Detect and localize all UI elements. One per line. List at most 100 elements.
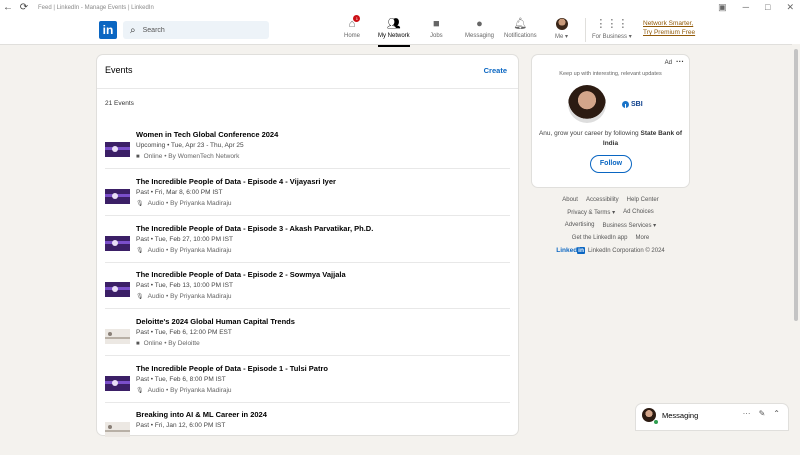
divider — [105, 355, 510, 356]
event-title[interactable]: Breaking into AI & ML Career in 2024 — [136, 410, 267, 419]
nav-home[interactable]: ⌂ 1 Home — [344, 15, 361, 43]
divider — [105, 215, 510, 216]
wordmark-text: Linked — [556, 247, 578, 254]
event-title[interactable]: The Incredible People of Data - Episode … — [136, 364, 328, 373]
footer-link[interactable]: Advertising — [565, 222, 595, 229]
footer-brand: Linkedin LinkedIn Corporation © 2024 — [532, 247, 689, 254]
event-item[interactable]: Women in Tech Global Conference 2024 Upc… — [105, 129, 510, 175]
nav-for-business[interactable]: ⋮⋮⋮ For Business ▾ — [592, 18, 632, 43]
event-item[interactable]: The Incredible People of Data - Episode … — [105, 223, 510, 269]
notification-badge: 1 — [353, 15, 361, 22]
wordmark-in: in — [577, 247, 585, 254]
close-icon[interactable]: ✕ — [786, 2, 794, 13]
premium-line-2: Try Premium Free — [643, 29, 696, 36]
linkedin-wordmark: Linkedin — [556, 247, 585, 254]
online-status-icon — [653, 419, 659, 425]
event-date: Past • Tue, Feb 13, 10:00 PM IST — [136, 282, 233, 289]
company-logo-text: SBI — [631, 100, 643, 108]
reload-icon[interactable]: ⟳ — [16, 2, 32, 13]
divider — [105, 308, 510, 309]
nav-for-business-text: For Business — [592, 34, 628, 40]
search-box[interactable]: ⌕ — [123, 21, 269, 39]
nav-jobs-label: Jobs — [430, 33, 443, 39]
home-icon: ⌂ 1 — [349, 15, 361, 31]
event-meta-text: Audio • By Priyanka Madiraju — [147, 293, 232, 300]
footer-link[interactable]: Get the LinkedIn app — [572, 235, 628, 241]
messaging-widget[interactable]: Messaging ··· ✎ ⌃ — [636, 404, 788, 430]
premium-link[interactable]: Network Smarter, Try Premium Free — [643, 19, 695, 37]
chevron-up-icon[interactable]: ⌃ — [773, 409, 780, 418]
nav-me[interactable]: Me ▾ — [555, 18, 568, 43]
ad-card: Ad ··· Keep up with interesting, relevan… — [532, 55, 689, 187]
nav-home-label: Home — [344, 33, 361, 39]
nav-messaging[interactable]: ● Messaging — [465, 18, 494, 43]
back-arrow-icon[interactable]: ← — [0, 2, 16, 13]
event-thumbnail — [105, 189, 130, 204]
nav-for-business-label: For Business ▾ — [592, 33, 632, 40]
page-scrollbar[interactable] — [792, 44, 800, 430]
event-date: Past • Tue, Feb 27, 10:00 PM IST — [136, 236, 233, 243]
footer-link[interactable]: More — [636, 235, 650, 241]
follow-button[interactable]: Follow — [590, 155, 632, 173]
event-date: Past • Fri, Mar 8, 6:00 PM IST — [136, 189, 223, 196]
premium-line-1: Network Smarter, — [643, 20, 694, 27]
footer-link[interactable]: About — [562, 197, 578, 203]
minimize-icon[interactable]: ─ — [743, 2, 749, 13]
mic-icon: 🎙︎ — [136, 388, 144, 394]
event-thumbnail — [105, 376, 130, 391]
video-icon: ■ — [136, 153, 140, 160]
briefcase-icon: ■ — [433, 18, 440, 30]
event-item[interactable]: The Incredible People of Data - Episode … — [105, 269, 510, 315]
event-meta-text: Audio • By Priyanka Madiraju — [147, 200, 232, 207]
event-item[interactable]: The Incredible People of Data - Episode … — [105, 363, 510, 409]
event-title[interactable]: The Incredible People of Data - Episode … — [136, 224, 373, 233]
network-icon: 👥︎ — [386, 18, 401, 30]
scrollbar-thumb[interactable] — [794, 49, 798, 321]
ad-message-text: Anu, grow your career by following — [538, 130, 641, 137]
window-titlebar: ← ⟳ Feed | LinkedIn - Manage Events | Li… — [0, 0, 800, 15]
footer-link[interactable]: Privacy & Terms ▾ — [567, 209, 615, 216]
event-thumbnail — [105, 282, 130, 297]
ad-profile-avatar — [568, 85, 606, 123]
event-item[interactable]: The Incredible People of Data - Episode … — [105, 176, 510, 222]
search-icon: ⌕ — [130, 24, 136, 36]
event-title[interactable]: The Incredible People of Data - Episode … — [136, 270, 346, 279]
ad-message: Anu, grow your career by following State… — [538, 129, 683, 149]
nav-notifications[interactable]: 🔔︎ Notifications — [504, 18, 537, 43]
more-options-icon[interactable]: ··· — [676, 57, 684, 66]
company-logo: SBI — [622, 98, 652, 110]
event-item[interactable]: Deloitte's 2024 Global Human Capital Tre… — [105, 316, 510, 362]
nav-my-network[interactable]: 👥︎ My Network — [378, 18, 410, 47]
event-meta-text: Audio • By Priyanka Madiraju — [147, 247, 232, 254]
footer-link[interactable]: Accessibility — [586, 197, 619, 203]
mic-icon: 🎙︎ — [136, 248, 144, 254]
ad-tagline: Keep up with interesting, relevant updat… — [559, 71, 662, 77]
event-title[interactable]: Women in Tech Global Conference 2024 — [136, 130, 278, 139]
event-meta: 🎙︎ Audio • By Priyanka Madiraju — [136, 200, 232, 207]
event-meta: ■ Online • By WomenTech Network — [136, 153, 239, 160]
nav-jobs[interactable]: ■ Jobs — [430, 18, 443, 43]
event-date: Past • Tue, Feb 6, 8:00 PM IST — [136, 376, 226, 383]
event-meta: 🎙︎ Audio • By Priyanka Madiraju — [136, 247, 232, 254]
create-event-button[interactable]: Create — [484, 66, 507, 75]
chevron-down-icon: ▾ — [565, 34, 569, 40]
sbi-logo-icon — [622, 100, 629, 108]
search-input[interactable] — [140, 25, 255, 35]
linkedin-logo[interactable]: in — [99, 21, 117, 39]
footer-link[interactable]: Ad Choices — [623, 209, 654, 216]
event-title[interactable]: Deloitte's 2024 Global Human Capital Tre… — [136, 317, 295, 326]
video-icon: ■ — [136, 340, 140, 347]
messaging-label: Messaging — [662, 411, 699, 420]
more-options-icon[interactable]: ··· — [743, 409, 751, 418]
cast-icon[interactable]: ▣ — [718, 2, 727, 13]
bell-icon: 🔔︎ — [513, 18, 528, 30]
compose-icon[interactable]: ✎ — [759, 409, 766, 418]
divider — [97, 88, 518, 89]
maximize-icon[interactable]: □ — [765, 2, 770, 13]
footer-link[interactable]: Business Services ▾ — [602, 222, 656, 229]
event-item[interactable]: Breaking into AI & ML Career in 2024 Pas… — [105, 409, 510, 455]
footer-link[interactable]: Help Center — [627, 197, 659, 203]
event-date: Past • Tue, Feb 6, 12:00 PM EST — [136, 329, 232, 336]
event-title[interactable]: The Incredible People of Data - Episode … — [136, 177, 336, 186]
messaging-actions: ··· ✎ ⌃ — [743, 409, 780, 418]
